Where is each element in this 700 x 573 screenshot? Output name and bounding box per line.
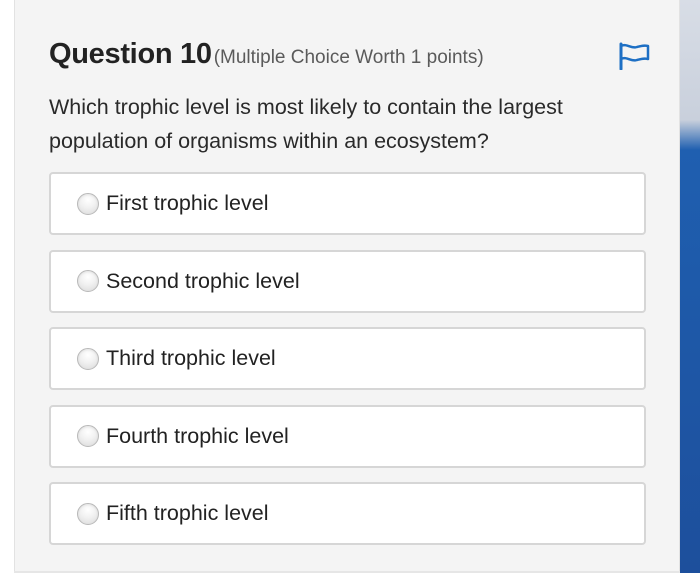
- option-third-trophic-level[interactable]: Third trophic level: [49, 327, 646, 390]
- question-meta: (Multiple Choice Worth 1 points): [213, 47, 484, 68]
- answer-options: First trophic level Second trophic level…: [49, 172, 646, 560]
- radio-button[interactable]: [77, 192, 99, 215]
- option-label: Second trophic level: [106, 268, 300, 293]
- flag-icon[interactable]: [618, 42, 650, 71]
- radio-button[interactable]: [77, 425, 99, 447]
- option-label: First trophic level: [106, 191, 269, 215]
- right-background-edge: [680, 0, 700, 573]
- option-first-trophic-level[interactable]: First trophic level: [49, 172, 646, 235]
- option-fourth-trophic-level[interactable]: Fourth trophic level: [49, 404, 646, 468]
- radio-button[interactable]: [77, 270, 99, 292]
- option-label: Fourth trophic level: [106, 423, 289, 448]
- question-text: Which trophic level is most likely to co…: [49, 95, 563, 153]
- quiz-screen: Question 10 (Multiple Choice Worth 1 poi…: [0, 0, 700, 573]
- question-title: Question 10: [49, 38, 212, 70]
- question-card: Question 10 (Multiple Choice Worth 1 poi…: [14, 0, 680, 573]
- option-second-trophic-level[interactable]: Second trophic level: [49, 249, 646, 313]
- radio-button[interactable]: [77, 502, 99, 525]
- radio-button[interactable]: [77, 347, 99, 370]
- option-fifth-trophic-level[interactable]: Fifth trophic level: [49, 482, 646, 545]
- left-margin: [0, 0, 14, 573]
- option-label: Third trophic level: [106, 346, 276, 370]
- option-label: Fifth trophic level: [106, 501, 269, 525]
- question-header: Question 10 (Multiple Choice Worth 1 poi…: [49, 38, 484, 71]
